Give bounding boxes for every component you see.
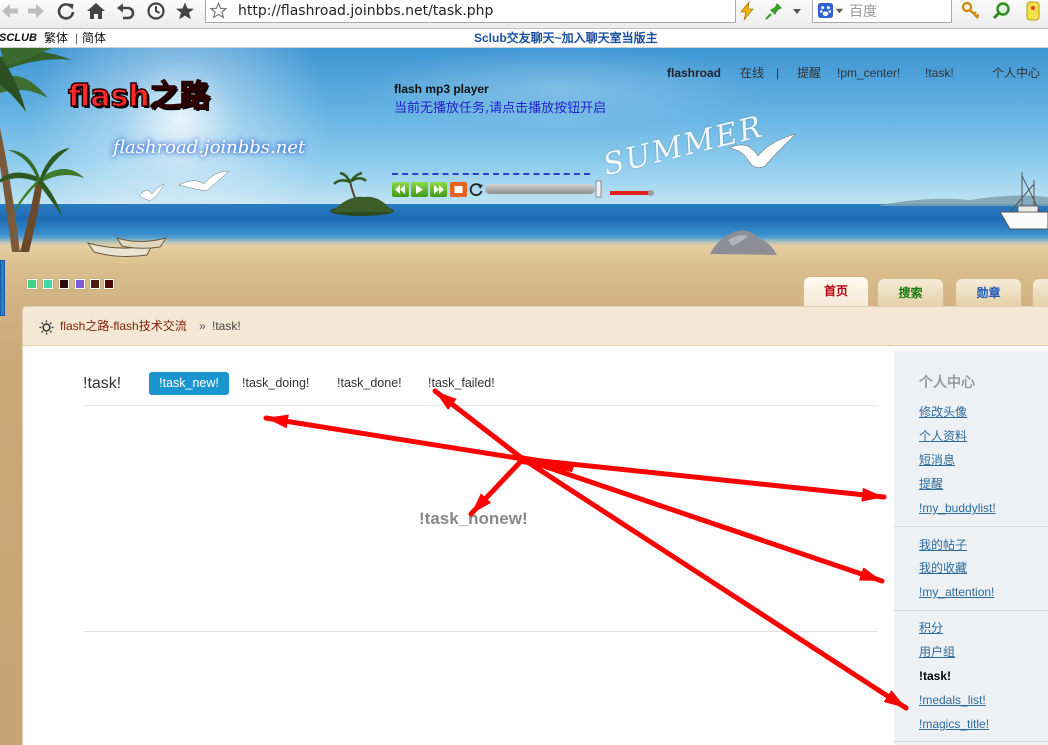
sidebar-item-messages[interactable]: 短消息 bbox=[919, 453, 955, 467]
seek-handle[interactable] bbox=[595, 180, 602, 198]
volume-knob[interactable] bbox=[648, 190, 654, 196]
style-swatch-1[interactable] bbox=[27, 279, 37, 289]
search-engine-dropdown-icon[interactable] bbox=[835, 6, 844, 15]
pin-icon[interactable] bbox=[764, 1, 784, 21]
sclub-logo[interactable]: SCLUB bbox=[0, 31, 37, 45]
back-icon[interactable] bbox=[0, 1, 20, 21]
sidebar-item-my-posts[interactable]: 我的帖子 bbox=[919, 538, 967, 552]
nav-pm-link[interactable]: !pm_center! bbox=[837, 66, 900, 80]
tab-task-doing[interactable]: !task_doing! bbox=[242, 372, 309, 395]
sidebar-item-magics[interactable]: !magics_title! bbox=[919, 717, 989, 731]
nav-usercenter-link[interactable]: 个人中心 bbox=[992, 66, 1040, 80]
mp3-player-controls bbox=[392, 180, 654, 198]
sidebar-title: 个人中心 bbox=[919, 374, 975, 390]
magnifier-icon[interactable] bbox=[992, 1, 1012, 21]
nav-separator: | bbox=[776, 66, 780, 80]
home-icon[interactable] bbox=[86, 1, 106, 21]
site-logo[interactable]: flash之路 bbox=[67, 79, 210, 115]
sidebar-item-favorites[interactable]: 我的收藏 bbox=[919, 561, 967, 575]
play-button[interactable] bbox=[411, 182, 428, 197]
player-divider bbox=[392, 173, 590, 175]
tab-home[interactable]: 首页 bbox=[803, 276, 869, 307]
url-text[interactable]: http://flashroad.joinbbs.net/task.php bbox=[238, 3, 493, 19]
breadcrumb-current: !task! bbox=[212, 319, 241, 333]
sidebar-item-medals[interactable]: !medals_list! bbox=[919, 693, 986, 707]
sidebar bbox=[894, 351, 1048, 745]
seagull-left bbox=[178, 170, 230, 192]
style-swatch-6[interactable] bbox=[104, 279, 114, 289]
promo-link[interactable]: Sclub交友聊天~加入聊天室当版主 bbox=[474, 31, 658, 45]
beach-boats bbox=[86, 237, 168, 257]
island bbox=[330, 171, 394, 216]
undo-icon[interactable] bbox=[115, 1, 135, 21]
style-swatch-5[interactable] bbox=[90, 279, 100, 289]
palm-tree-top-left bbox=[0, 48, 72, 252]
player-status: 当前无播放任务,请点击播放按钮开启 bbox=[394, 101, 607, 116]
search-box[interactable]: 百度 bbox=[812, 0, 952, 23]
sidebar-divider bbox=[894, 741, 1048, 742]
rocks bbox=[710, 230, 777, 255]
empty-message: !task_nonew! bbox=[419, 509, 528, 528]
bookmark-star-icon[interactable] bbox=[210, 2, 227, 19]
breadcrumb-separator: » bbox=[199, 319, 206, 333]
lightning-icon[interactable] bbox=[737, 1, 757, 21]
nav-notice-link[interactable]: 提醒 bbox=[797, 66, 821, 80]
style-swatch-2[interactable] bbox=[43, 279, 53, 289]
tab-task-done[interactable]: !task_done! bbox=[337, 372, 402, 395]
sun-icon bbox=[39, 320, 54, 335]
volume-bar[interactable] bbox=[610, 191, 650, 195]
baidu-icon[interactable] bbox=[817, 2, 834, 19]
forward-icon[interactable] bbox=[26, 1, 46, 21]
traditional-chinese-link[interactable]: 繁体 bbox=[44, 31, 68, 45]
key-icon[interactable] bbox=[961, 1, 981, 21]
browser-toolbar: http://flashroad.joinbbs.net/task.php 百度 bbox=[0, 0, 1048, 29]
sidebar-item-buddylist[interactable]: !my_buddylist! bbox=[919, 501, 996, 515]
username-link[interactable]: flashroad bbox=[667, 66, 721, 80]
next-button[interactable] bbox=[430, 182, 447, 197]
stop-button[interactable] bbox=[450, 182, 467, 197]
divider-bottom bbox=[83, 631, 878, 632]
page-title: !task! bbox=[83, 375, 122, 392]
repeat-icon[interactable] bbox=[469, 183, 483, 197]
sidebar-item-avatar[interactable]: 修改头像 bbox=[919, 405, 967, 419]
favorites-star-icon[interactable] bbox=[175, 1, 195, 21]
tab-search[interactable]: 搜索 bbox=[877, 278, 944, 307]
extension-icon[interactable] bbox=[1024, 1, 1042, 21]
sidebar-divider bbox=[894, 526, 1048, 527]
sidebar-item-task[interactable]: !task! bbox=[919, 669, 951, 683]
simplified-chinese-link[interactable]: 简体 bbox=[82, 31, 106, 45]
history-icon[interactable] bbox=[146, 1, 166, 21]
sidebar-item-notices[interactable]: 提醒 bbox=[919, 477, 943, 491]
sidebar-item-usergroup[interactable]: 用户组 bbox=[919, 645, 955, 659]
tab-task-new[interactable]: !task_new! bbox=[149, 372, 229, 395]
sidebar-item-profile[interactable]: 个人资料 bbox=[919, 429, 967, 443]
player-title: flash mp3 player bbox=[394, 82, 489, 96]
tab-medals[interactable]: 勋章 bbox=[955, 278, 1022, 307]
tab-task-failed[interactable]: !task_failed! bbox=[428, 372, 495, 395]
style-swatch-3[interactable] bbox=[59, 279, 69, 289]
sidebar-divider bbox=[894, 610, 1048, 611]
progress-track[interactable] bbox=[485, 184, 595, 194]
site-domain: flashroad.joinbbs.net bbox=[113, 137, 306, 158]
search-input[interactable]: 百度 bbox=[849, 3, 877, 19]
divider-top bbox=[83, 405, 878, 406]
online-status[interactable]: 在线 bbox=[740, 66, 764, 80]
side-widget-tab[interactable] bbox=[0, 260, 5, 316]
top-bar: SCLUB 繁体 | 简体 Sclub交友聊天~加入聊天室当版主 bbox=[0, 29, 1048, 48]
previous-button[interactable] bbox=[392, 182, 409, 197]
nav-task-link[interactable]: !task! bbox=[925, 66, 954, 80]
address-bar[interactable]: http://flashroad.joinbbs.net/task.php bbox=[205, 0, 736, 23]
dropdown-icon[interactable] bbox=[791, 1, 803, 21]
breadcrumb: flash之路-flash技术交流 » !task! bbox=[22, 306, 1048, 346]
style-swatch-4[interactable] bbox=[75, 279, 85, 289]
seagull-small bbox=[138, 183, 165, 202]
tab-more[interactable] bbox=[1032, 278, 1048, 307]
sidebar-item-attention[interactable]: !my_attention! bbox=[919, 585, 994, 599]
refresh-icon[interactable] bbox=[56, 1, 76, 21]
breadcrumb-forum-link[interactable]: flash之路-flash技术交流 bbox=[60, 319, 187, 333]
sidebar-item-credits[interactable]: 积分 bbox=[919, 621, 943, 635]
language-separator: | bbox=[75, 31, 79, 45]
